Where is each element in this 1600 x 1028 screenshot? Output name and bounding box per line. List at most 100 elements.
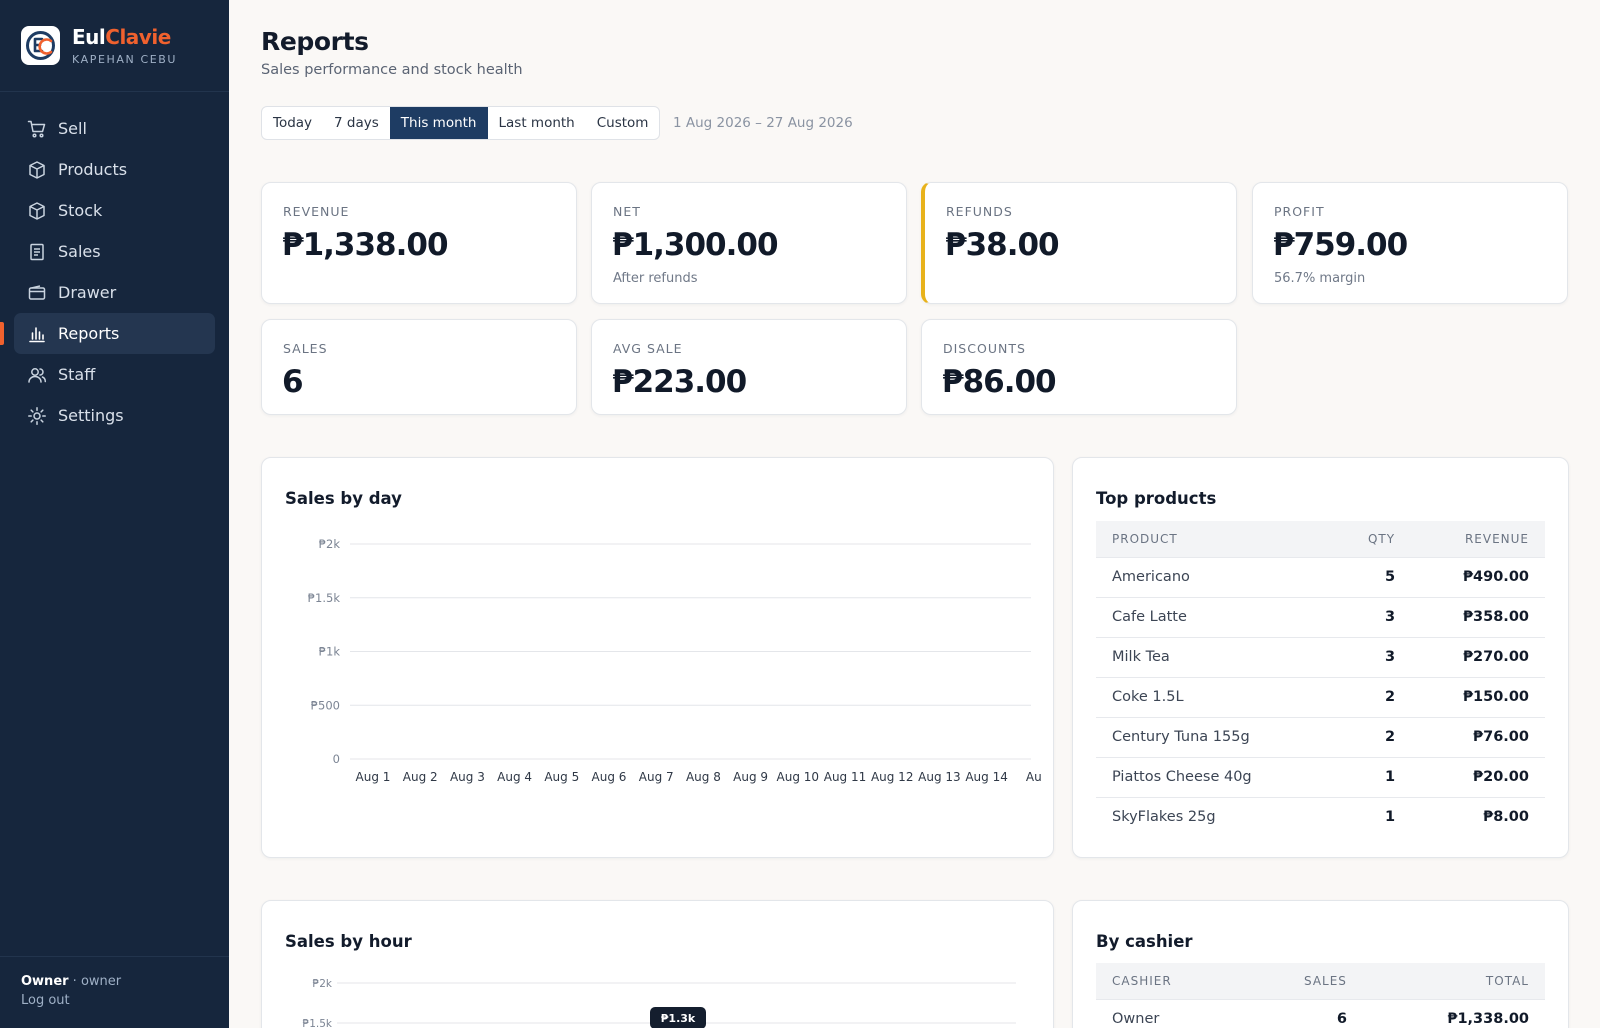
y-tick-label: 0 [333,752,340,766]
sun-gear-icon [27,406,47,426]
stat-label: NET [613,204,641,219]
column-header-sales[interactable]: SALES [1242,963,1363,999]
cell-count: 6 [1242,998,1363,1028]
column-header-cashier[interactable]: CASHIER [1096,963,1243,999]
cart-icon [27,119,47,139]
stat-note: 56.7% margin [1274,271,1366,286]
x-tick-label: Aug 3 [450,770,485,784]
logout-link[interactable]: Log out [21,993,208,1008]
sidebar-item-drawer[interactable]: Drawer [14,272,215,313]
cell-amount: ₱8.00 [1411,796,1545,837]
cell-name: Americano [1096,556,1331,597]
cell-amount: ₱150.00 [1411,676,1545,717]
sidebar-item-label: Stock [58,201,103,220]
sidebar-item-label: Staff [58,365,96,384]
y-tick-label: ₱1.5k [308,591,341,605]
by-cashier-table: CASHIER SALES TOTAL Owner 6 ₱1,338.00 [1096,963,1545,1028]
x-tick-label: Aug 4 [497,770,532,784]
x-tick-label: Aug 10 [777,770,820,784]
sidebar-item-products[interactable]: Products [14,149,215,190]
sidebar-item-reports[interactable]: Reports [0,313,215,354]
sidebar-item-label: Sell [58,119,87,138]
logo[interactable] [21,26,60,65]
stat-label: AVG SALE [613,341,683,356]
date-range-tabs: Today 7 days This month Last month Custo… [261,106,661,140]
cell-name: Owner [1096,998,1243,1028]
column-header-total[interactable]: TOTAL [1362,963,1545,999]
x-tick-label: Aug 7 [639,770,674,784]
cell-name: Century Tuna 155g [1096,716,1331,757]
sales-by-hour-panel: Sales by hour ₱1.5k ₱2k ₱1.3k [261,900,1054,1028]
brand-name: EulClavie [72,25,177,49]
table-row[interactable]: Cafe Latte 3 ₱358.00 [1096,596,1545,637]
sidebar-item-staff[interactable]: Staff [14,354,215,395]
stat-value: ₱759.00 [1273,227,1408,263]
user-separator: · [68,974,81,989]
y-tick-label: ₱1.5k [303,1018,333,1028]
x-tick-label: Aug 1 [356,770,391,784]
x-tick-label: Au [1026,770,1042,784]
sidebar-item-label: Reports [58,324,120,343]
brand-name-part1: Eul [72,25,106,49]
cell-count: 3 [1330,636,1412,677]
sidebar-item-label: Drawer [58,283,117,302]
sidebar-item-sell[interactable]: Sell [14,108,215,149]
sidebar-item-label: Sales [58,242,101,261]
by-cashier-panel: By cashier CASHIER SALES TOTAL Owner 6 ₱1,… [1072,900,1569,1028]
stat-card-revenue: REVENUE ₱1,338.00 [261,182,577,304]
tab-last-month[interactable]: Last month [488,107,586,139]
column-header-qty[interactable]: QTY [1330,521,1412,557]
x-tick-label: Aug 8 [686,770,721,784]
x-tick-label: Aug 9 [733,770,768,784]
sidebar: EulClavie KAPEHAN CEBU Sell Products Sto… [0,0,229,1028]
x-tick-label: Aug 13 [918,770,961,784]
x-tick-label: Aug 11 [824,770,867,784]
x-tick-label: Aug 2 [403,770,438,784]
panel-title: By cashier [1096,932,1193,951]
brand-name-part2: Clavie [105,25,171,49]
cell-count: 1 [1330,796,1412,837]
table-row[interactable]: Century Tuna 155g 2 ₱76.00 [1096,716,1545,757]
sidebar-item-settings[interactable]: Settings [14,395,215,436]
wallet-icon [27,283,47,303]
table-row[interactable]: Coke 1.5L 2 ₱150.00 [1096,676,1545,717]
table-row[interactable]: SkyFlakes 25g 1 ₱8.00 [1096,796,1545,837]
sidebar-nav: Sell Products Stock Sales Drawer Reports… [0,92,229,436]
tab-this-month[interactable]: This month [389,107,488,139]
cell-name: Piattos Cheese 40g [1096,756,1331,797]
table-header-row: CASHIER SALES TOTAL [1096,963,1545,999]
stat-value: 6 [282,364,304,400]
sales-by-hour-chart: ₱1.5k ₱2k ₱1.3k [303,978,1016,1028]
date-range-text: 1 Aug 2026 – 27 Aug 2026 [673,115,853,131]
table-row[interactable]: Piattos Cheese 40g 1 ₱20.00 [1096,756,1545,797]
users-icon [27,365,47,385]
column-header-product[interactable]: PRODUCT [1096,521,1331,557]
stat-note: After refunds [613,271,698,286]
cell-count: 2 [1330,716,1412,757]
stat-label: PROFIT [1274,204,1325,219]
tooltip-label: ₱1.3k [661,1012,696,1025]
stat-value: ₱1,338.00 [282,227,449,263]
column-header-revenue[interactable]: REVENUE [1411,521,1545,557]
cell-name: Milk Tea [1096,636,1331,677]
logo-mark-icon [26,31,55,60]
stat-card-discounts: DISCOUNTS ₱86.00 [921,319,1237,415]
y-tick-label: ₱2k [319,537,341,551]
bar-chart-icon [27,324,47,344]
table-row[interactable]: Americano 5 ₱490.00 [1096,556,1545,597]
sidebar-item-stock[interactable]: Stock [14,190,215,231]
tab-today[interactable]: Today [262,107,323,139]
sales-by-day-chart: 0 ₱500 ₱1k ₱1.5k ₱2k Aug 1 Aug 2 Aug 3 Aug 4 Aug … [308,537,1042,784]
sidebar-item-sales[interactable]: Sales [14,231,215,272]
table-row[interactable]: Owner 6 ₱1,338.00 [1096,998,1545,1028]
cell-name: SkyFlakes 25g [1096,796,1331,837]
cell-count: 5 [1330,556,1412,597]
tab-custom[interactable]: Custom [586,107,660,139]
stat-label: REFUNDS [946,204,1013,219]
box-icon [27,201,47,221]
tab-7-days[interactable]: 7 days [323,107,390,139]
stat-label: REVENUE [283,204,350,219]
cell-count: 1 [1330,756,1412,797]
table-row[interactable]: Milk Tea 3 ₱270.00 [1096,636,1545,677]
cell-amount: ₱76.00 [1411,716,1545,757]
